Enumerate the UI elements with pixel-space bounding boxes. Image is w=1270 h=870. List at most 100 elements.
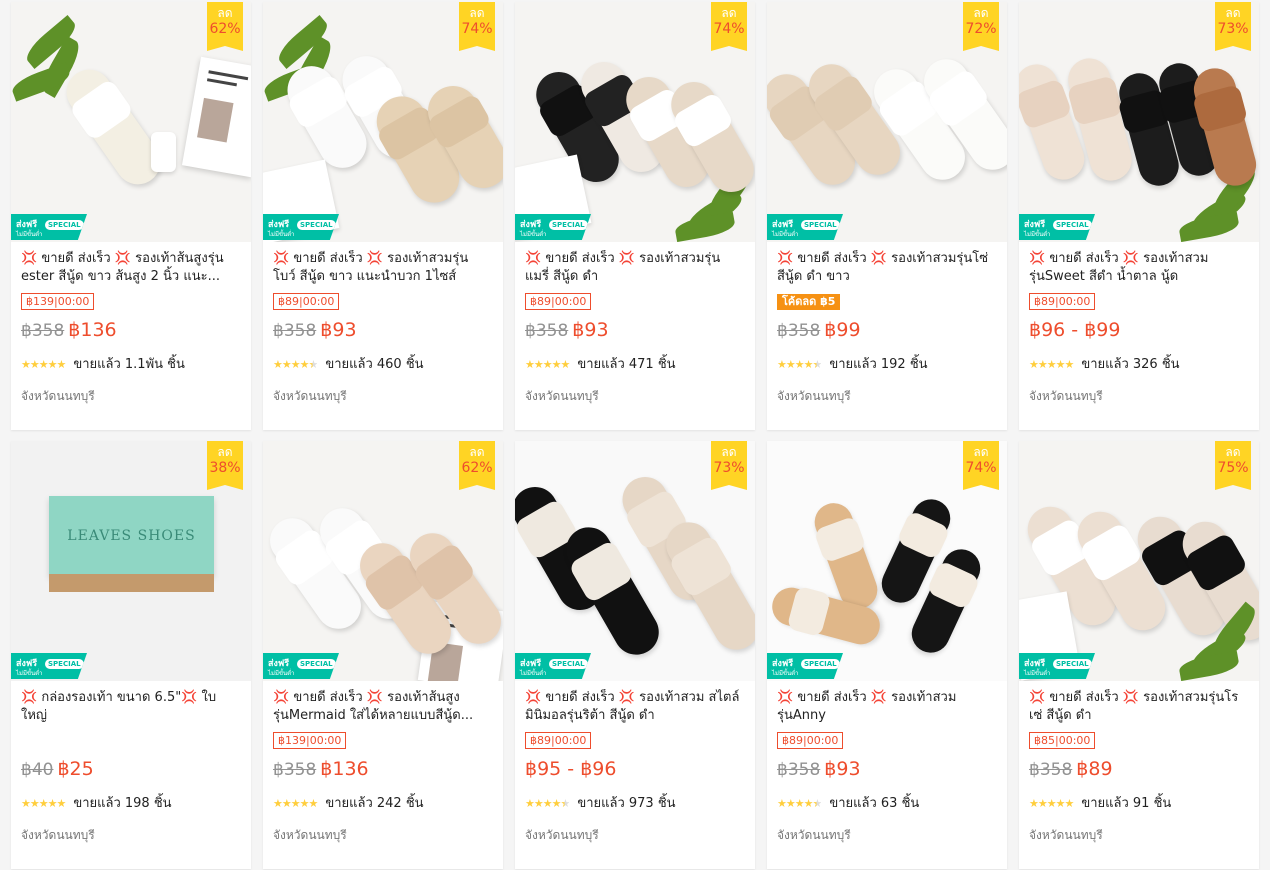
shop-location: จังหวัดนนทบุรี [1029,389,1103,403]
discount-label: ลด [469,6,485,20]
rating-sold-row: ★★★★★ ขายแล้ว 1.1พัน ชิ้น [21,356,241,374]
rating-sold-row: ★★★★★ ขายแล้ว 460 ชิ้น [273,356,493,374]
product-title[interactable]: 💢 ขายดี ส่งเร็ว 💢 รองเท้าสวมรุ่น แมรี่ ส… [525,250,745,286]
free-shipping-sub: ไม่มีขั้นต่ำ [1024,231,1051,238]
sandal-strap [286,73,351,131]
original-price: ฿358 [1029,760,1073,780]
product-info: 💢 ขายดี ส่งเร็ว 💢 รองเท้าสวมรุ่น แมรี่ ส… [515,242,755,406]
rating-sold-row: ★★★★★ ขายแล้ว 242 ชิ้น [273,795,493,813]
product-card[interactable]: ลด 74% ส่งฟรี ไม่มีขั้นต่ำ SPECIAL 💢 ขายดี ส่… [515,2,755,430]
sandal-strap [896,509,951,561]
rating-stars: ★★★★★ [21,358,66,371]
rating-stars: ★★★★★ [777,797,822,810]
discount-badge: ลด 73% [711,441,747,490]
sale-price: ฿93 [824,758,861,780]
product-card[interactable]: ลด 74% ส่งฟรี ไม่มีขั้นต่ำ SPECIAL 💢 ขายดี ส่… [263,2,503,430]
product-image[interactable]: ลด 62% ส่งฟรี ไม่มีขั้นต่ำ SPECIAL [263,441,503,681]
sale-price: ฿93 [572,319,609,341]
magazine-text-line [206,78,238,87]
product-tags: ฿89|00:00 [273,290,493,312]
product-title[interactable]: 💢 ขายดี ส่งเร็ว 💢 รองเท้าส้นสูง รุ่นMerm… [273,689,493,725]
product-card[interactable]: LEAVES SHOES ลด 38% ส่งฟรี ไม่มีขั้นต่ำ SPECI… [11,441,251,869]
product-image[interactable]: ลด 73% ส่งฟรี ไม่มีขั้นต่ำ SPECIAL [515,441,755,681]
product-tags: ฿89|00:00 [525,290,745,312]
original-price: ฿358 [273,760,317,780]
special-label: SPECIAL [297,659,336,669]
product-image[interactable]: LEAVES SHOES ลด 38% ส่งฟรี ไม่มีขั้นต่ำ SPECI… [11,441,251,681]
sold-count: ขายแล้ว 460 ชิ้น [325,357,424,372]
product-title[interactable]: 💢 กล่องรองเท้า ขนาด 6.5"💢 ใบ ใหญ่ [21,689,241,725]
discount-percent: 73% [713,460,745,476]
rating-sold-row: ★★★★★ ขายแล้ว 471 ชิ้น [525,356,745,374]
discount-percent: 74% [461,21,493,37]
product-card[interactable]: ลด 62% ส่งฟรี ไม่มีขั้นต่ำ SPECIAL 💢 ขายดี ส่… [263,441,503,869]
special-label: SPECIAL [801,659,840,669]
sold-count: ขายแล้ว 198 ชิ้น [73,796,172,811]
special-label: SPECIAL [297,220,336,230]
sold-count: ขายแล้ว 1.1พัน ชิ้น [73,357,185,372]
discount-label: ลด [973,6,989,20]
free-shipping-badge: ส่งฟรี ไม่มีขั้นต่ำ SPECIAL [1019,653,1095,679]
sale-price: ฿93 [320,319,357,341]
discount-badge: ลด 62% [459,441,495,490]
free-shipping-badge: ส่งฟรี ไม่มีขั้นต่ำ SPECIAL [263,214,339,240]
flash-price-tag: ฿85|00:00 [1029,732,1096,749]
special-label: SPECIAL [549,659,588,669]
discount-label: ลด [721,445,737,459]
free-shipping-badge: ส่งฟรี ไม่มีขั้นต่ำ SPECIAL [11,653,87,679]
product-title[interactable]: 💢 ขายดี ส่งเร็ว 💢 รองเท้าสวม สไตล์มินิมอ… [525,689,745,725]
sandal-sole [57,60,170,194]
product-info: 💢 ขายดี ส่งเร็ว 💢 รองเท้าสวมรุ่นโซ่ สีนู… [767,242,1007,406]
product-card[interactable]: ลด 62% ส่งฟรี ไม่มีขั้นต่ำ SPECIAL 💢 ขายดี ส่… [11,2,251,430]
product-image[interactable]: ลด 74% ส่งฟรี ไม่มีขั้นต่ำ SPECIAL [515,2,755,242]
discount-label: ลด [1225,6,1241,20]
free-shipping-sub: ไม่มีขั้นต่ำ [772,670,799,677]
product-title[interactable]: 💢 ขายดี ส่งเร็ว 💢 รองเท้าสวมรุ่นโซ่ สีนู… [777,250,997,286]
rating-stars: ★★★★★ [21,797,66,810]
product-image[interactable]: ลด 74% ส่งฟรี ไม่มีขั้นต่ำ SPECIAL [767,441,1007,681]
magazine-photo [197,97,234,143]
shop-location: จังหวัดนนทบุรี [777,389,851,403]
product-card[interactable]: ลด 73% ส่งฟรี ไม่มีขั้นต่ำ SPECIAL 💢 ขายดี ส่… [515,441,755,869]
discount-percent: 62% [209,21,241,37]
product-tags: ฿89|00:00 [1029,290,1249,312]
rating-stars: ★★★★★ [525,797,570,810]
product-image[interactable]: ลด 73% ส่งฟรี ไม่มีขั้นต่ำ SPECIAL [1019,2,1259,242]
product-tags: ฿85|00:00 [1029,729,1249,751]
sold-count: ขายแล้ว 192 ชิ้น [829,357,928,372]
flash-price-tag: ฿89|00:00 [525,732,592,749]
leaf-decoration [1177,650,1241,681]
free-shipping-badge: ส่งฟรี ไม่มีขั้นต่ำ SPECIAL [767,214,843,240]
price-row: ฿358 ฿136 [21,317,241,343]
original-price: ฿358 [777,760,821,780]
rating-sold-row: ★★★★★ ขายแล้ว 63 ชิ้น [777,795,997,813]
price-row: ฿358 ฿99 [777,317,997,343]
discount-label: ลด [721,6,737,20]
price-row: ฿358 ฿136 [273,756,493,782]
heel [151,132,176,172]
product-title[interactable]: 💢 ขายดี ส่งเร็ว 💢 รองเท้าสวม รุ่นSweet ส… [1029,250,1249,286]
product-title[interactable]: 💢 ขายดี ส่งเร็ว 💢 รองเท้าสวมรุ่นโร เซ่ ส… [1029,689,1249,725]
product-card[interactable]: ลด 73% ส่งฟรี ไม่มีขั้นต่ำ SPECIAL 💢 ขายดี ส่… [1019,2,1259,430]
product-title[interactable]: 💢 ขายดี ส่งเร็ว 💢 รองเท้าสวม รุ่นAnny [777,689,997,725]
product-card[interactable]: ลด 75% ส่งฟรี ไม่มีขั้นต่ำ SPECIAL 💢 ขายดี ส่… [1019,441,1259,869]
product-info: 💢 ขายดี ส่งเร็ว 💢 รองเท้าส้นสูงรุ่น este… [11,242,251,406]
product-image[interactable]: ลด 74% ส่งฟรี ไม่มีขั้นต่ำ SPECIAL [263,2,503,242]
discount-label: ลด [973,445,989,459]
product-title[interactable]: 💢 ขายดี ส่งเร็ว 💢 รองเท้าส้นสูงรุ่น este… [21,250,241,286]
flash-price-tag: ฿89|00:00 [777,732,844,749]
shoe-box-lid: LEAVES SHOES [49,496,214,576]
discount-badge: ลด 74% [459,2,495,51]
product-card[interactable]: ลด 74% ส่งฟรี ไม่มีขั้นต่ำ SPECIAL 💢 ขายดี ส่… [767,441,1007,869]
rating-sold-row: ★★★★★ ขายแล้ว 326 ชิ้น [1029,356,1249,374]
product-title[interactable]: 💢 ขายดี ส่งเร็ว 💢 รองเท้าสวมรุ่น โบว์ สี… [273,250,493,286]
product-card[interactable]: ลด 72% ส่งฟรี ไม่มีขั้นต่ำ SPECIAL 💢 ขายดี ส่… [767,2,1007,430]
product-image[interactable]: ลด 75% ส่งฟรี ไม่มีขั้นต่ำ SPECIAL [1019,441,1259,681]
discount-percent: 74% [713,21,745,37]
leaf-decoration [1177,211,1241,242]
discount-percent: 73% [1217,21,1249,37]
product-image[interactable]: ลด 62% ส่งฟรี ไม่มีขั้นต่ำ SPECIAL [11,2,251,242]
product-info: 💢 ขายดี ส่งเร็ว 💢 รองเท้าสวมรุ่น โบว์ สี… [263,242,503,406]
free-shipping-badge: ส่งฟรี ไม่มีขั้นต่ำ SPECIAL [1019,214,1095,240]
product-image[interactable]: ลด 72% ส่งฟรี ไม่มีขั้นต่ำ SPECIAL [767,2,1007,242]
